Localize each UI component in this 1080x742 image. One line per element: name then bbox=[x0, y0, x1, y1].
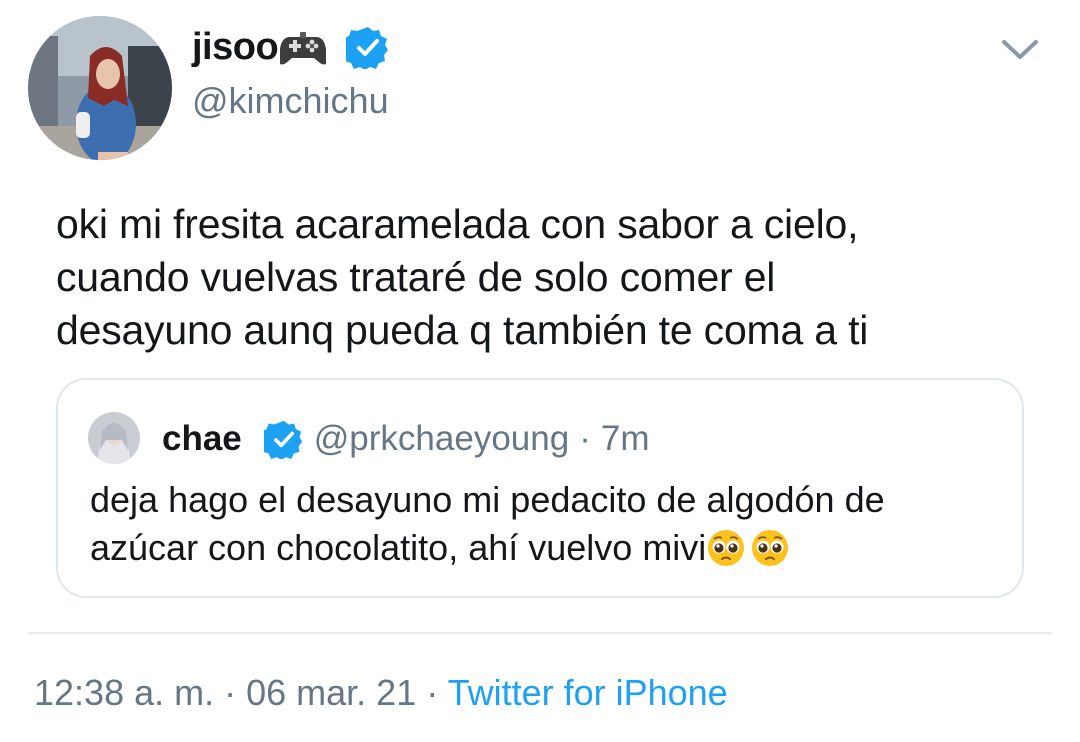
tweet-text: oki mi fresita acaramelada con sabor a c… bbox=[56, 198, 1056, 357]
quoted-text-line: azúcar con chocolatito, ahí vuelvo mivi bbox=[90, 524, 1010, 572]
verified-badge-icon bbox=[342, 25, 390, 70]
tweet-options-button[interactable] bbox=[996, 30, 1044, 70]
separator-dot: · bbox=[416, 672, 448, 713]
gamepad-icon bbox=[278, 27, 329, 67]
author-name-row: jisoo bbox=[192, 22, 390, 72]
author-avatar[interactable] bbox=[28, 16, 172, 160]
tweet-date[interactable]: 06 mar. 21 bbox=[246, 672, 416, 713]
chevron-down-icon bbox=[1002, 40, 1038, 59]
tweet-source-link[interactable]: Twitter for iPhone bbox=[448, 672, 728, 713]
tweet-text-line: cuando vuelvas trataré de solo comer el bbox=[56, 254, 776, 300]
separator-dot: · bbox=[214, 672, 247, 713]
quoted-text-line: deja hago el desayuno mi pedacito de alg… bbox=[90, 479, 885, 520]
quoted-tweet-header: chae @prkchaeyoung · 7m bbox=[162, 416, 649, 462]
tweet-header: jisoo @kimchichu bbox=[0, 0, 1080, 170]
tweet-time[interactable]: 12:38 a. m. bbox=[34, 672, 214, 713]
quoted-text-line-content: azúcar con chocolatito, ahí vuelvo mivi bbox=[90, 527, 707, 568]
quoted-tweet-text: deja hago el desayuno mi pedacito de alg… bbox=[90, 476, 1010, 572]
author-handle[interactable]: @kimchichu bbox=[192, 80, 389, 122]
quoted-tweet-card[interactable]: chae @prkchaeyoung · 7m deja hago el des… bbox=[56, 378, 1024, 598]
quoted-handle[interactable]: @prkchaeyoung bbox=[314, 419, 569, 459]
pleading-face-icon bbox=[750, 528, 790, 568]
tweet-meta: 12:38 a. m. · 06 mar. 21 · Twitter for i… bbox=[34, 672, 728, 714]
quoted-author-avatar[interactable] bbox=[88, 412, 140, 464]
quoted-display-name[interactable]: chae bbox=[162, 419, 242, 459]
divider bbox=[28, 632, 1052, 634]
tweet-text-line: oki mi fresita acaramelada con sabor a c… bbox=[56, 201, 859, 247]
tweet-text-line: desayuno aunq pueda q también te coma a … bbox=[56, 307, 869, 353]
separator-dot: · bbox=[579, 419, 591, 458]
pleading-face-icon bbox=[706, 528, 746, 568]
verified-badge-icon bbox=[260, 419, 304, 460]
author-display-name[interactable]: jisoo bbox=[192, 26, 279, 69]
quoted-timestamp: 7m bbox=[600, 419, 650, 458]
